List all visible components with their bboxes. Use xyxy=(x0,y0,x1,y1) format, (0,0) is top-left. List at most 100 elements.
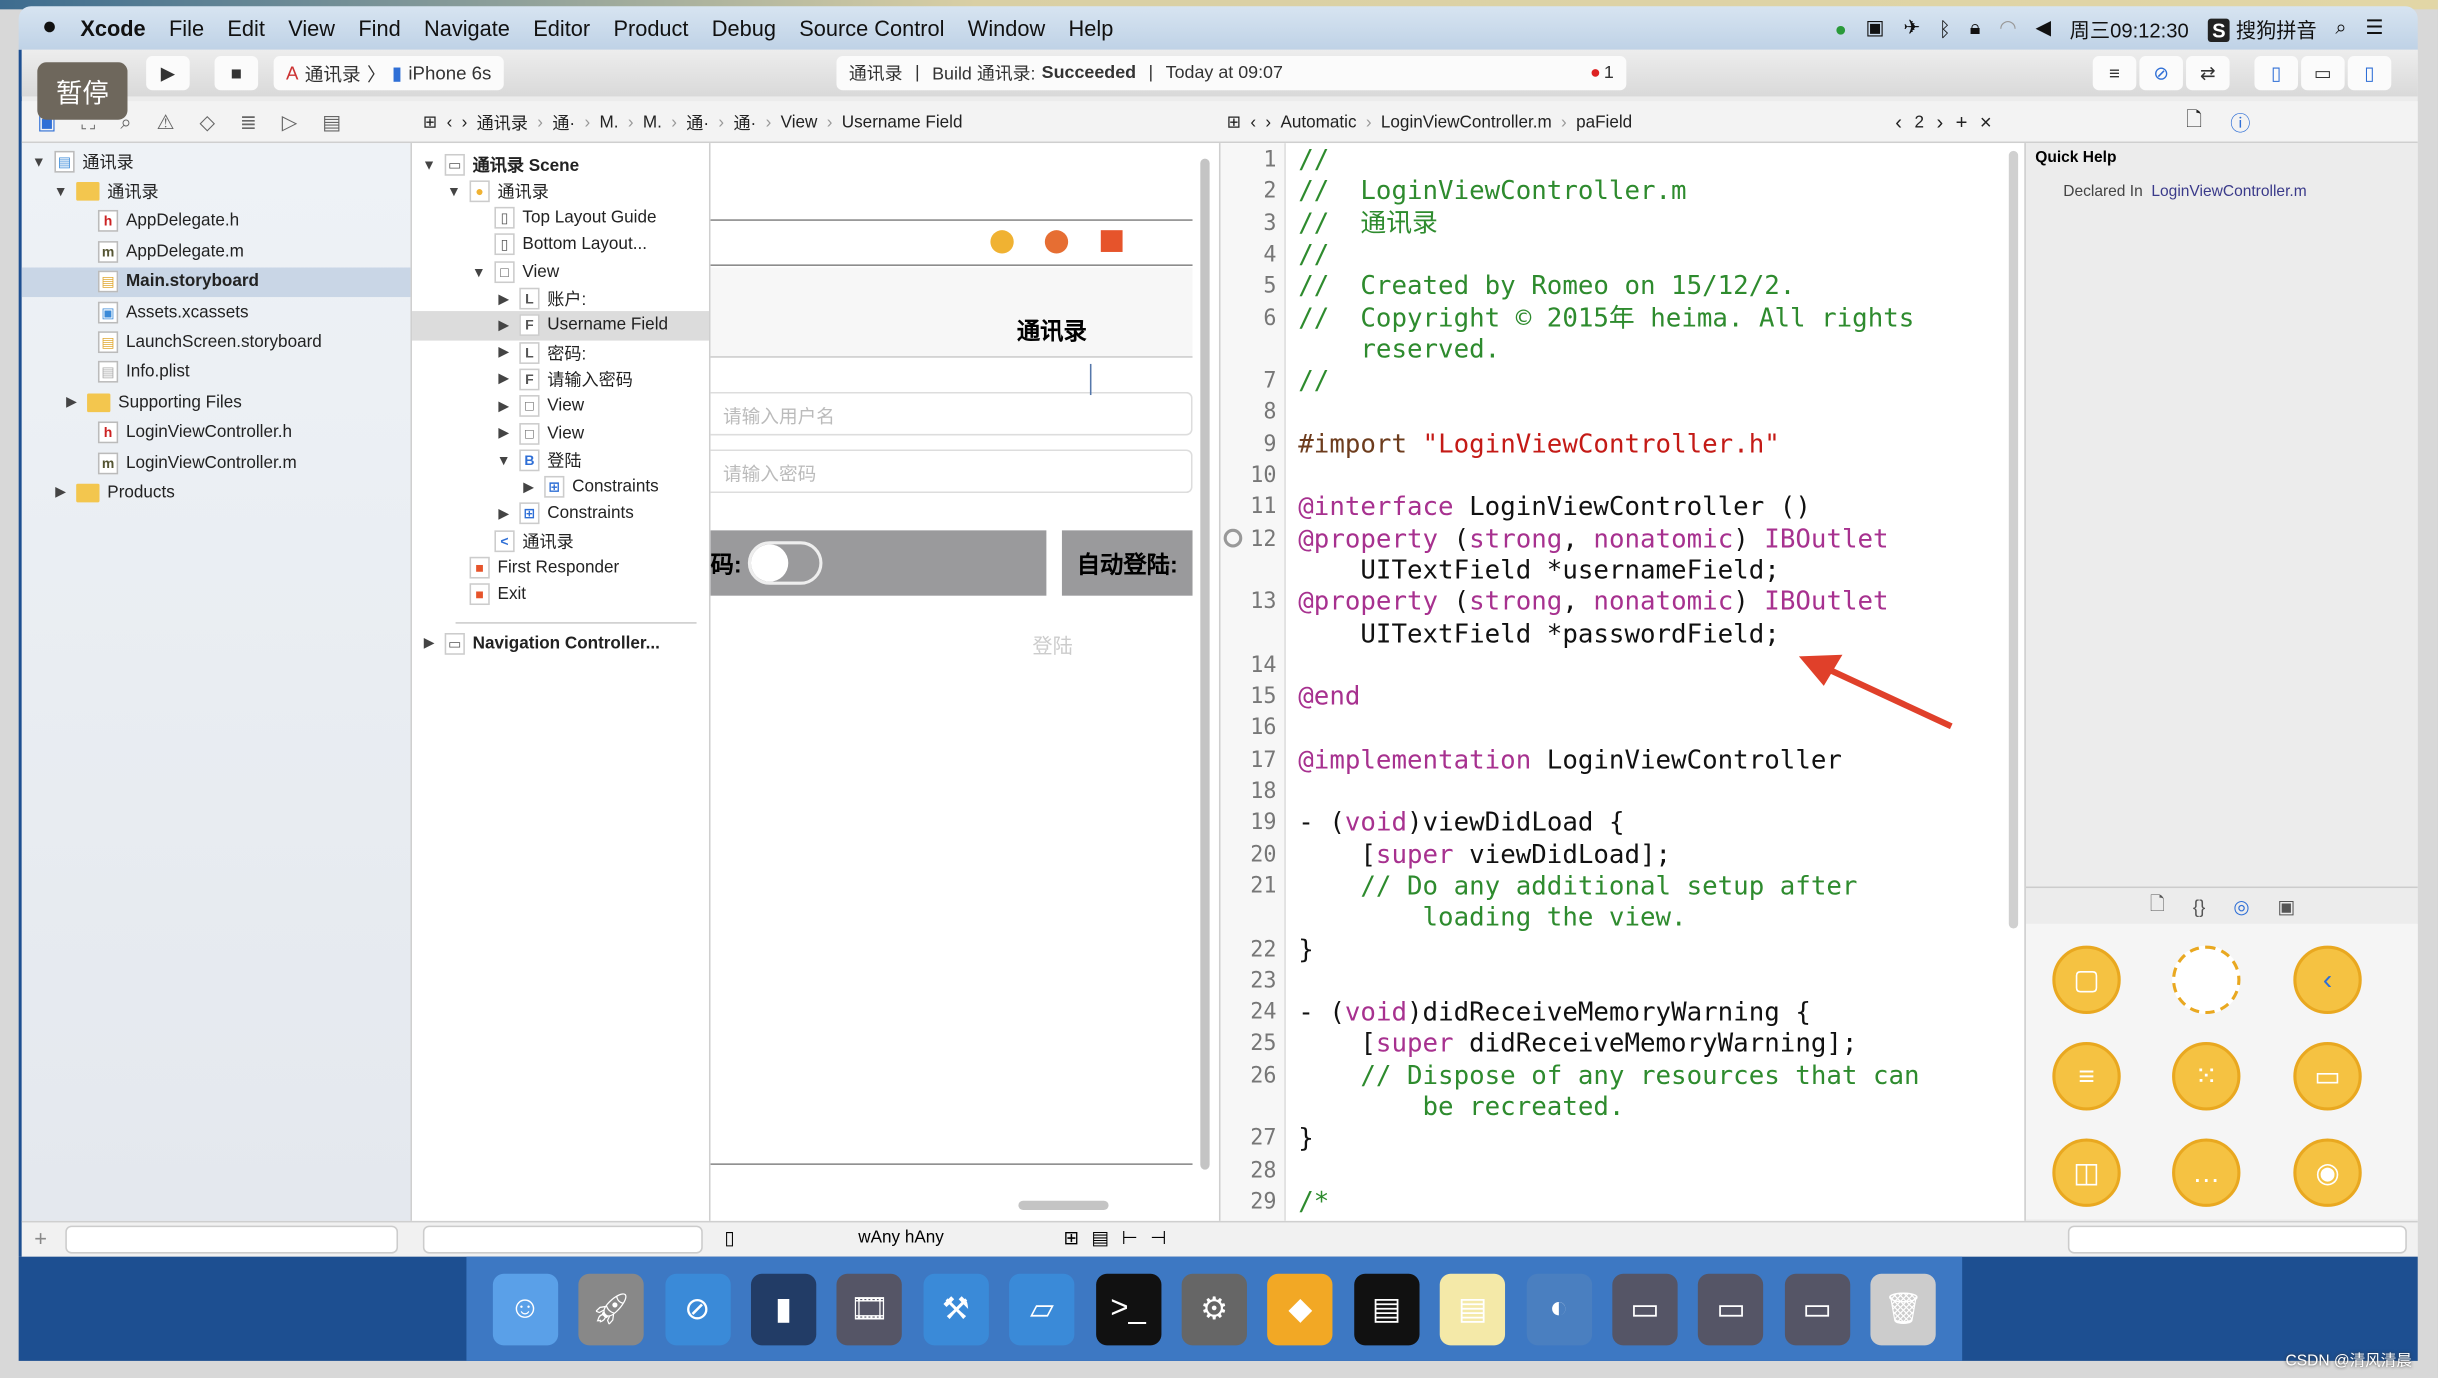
toggle-outline-icon[interactable]: ▯ xyxy=(725,1227,735,1249)
outline-item[interactable]: ▶ L 密码: xyxy=(412,338,709,368)
jump-bar-item[interactable]: 通· xyxy=(733,110,756,135)
code-line[interactable]: 1 // xyxy=(1221,145,2025,177)
outline-filter-field[interactable] xyxy=(422,1225,703,1254)
declared-in-link[interactable]: LoginViewController.m xyxy=(2151,184,2306,201)
back-button[interactable]: ‹ xyxy=(447,113,453,132)
related-items-icon[interactable]: ⊞ xyxy=(423,112,437,133)
related-items-icon[interactable]: ⊞ xyxy=(1227,112,1241,133)
table-view-controller-icon[interactable]: ≡ xyxy=(2052,1042,2121,1111)
view-controller-object-icon[interactable]: ▢ xyxy=(2052,945,2121,1015)
previous-assistant-button[interactable]: ‹ xyxy=(1895,110,1902,133)
system-preferences-icon[interactable]: ⚙ xyxy=(1181,1273,1247,1345)
console-icon[interactable]: ▤ xyxy=(1353,1273,1420,1345)
preview-icon[interactable]: ◐ xyxy=(1526,1273,1592,1345)
error-icon[interactable]: ● xyxy=(1590,64,1601,83)
code-snippet-library-icon[interactable]: {} xyxy=(2193,895,2205,917)
navigator-item[interactable]: ▣ Assets.xcassets xyxy=(22,297,411,327)
tab-bar-controller-icon[interactable]: ▭ xyxy=(2293,1042,2362,1111)
version-editor-button[interactable]: ⇄ xyxy=(2186,55,2230,91)
outline-item[interactable]: ▼ □ View xyxy=(412,257,709,287)
code-line[interactable]: 12 @property (strong, nonatomic) IBOutlet xyxy=(1221,524,2025,556)
split-view-controller-icon[interactable]: ◫ xyxy=(2052,1138,2121,1207)
menu-app[interactable]: Xcode xyxy=(80,16,145,41)
code-line[interactable]: 22} xyxy=(1221,934,2025,966)
bluetooth-icon[interactable]: ᛒ xyxy=(1939,16,1951,39)
code-line[interactable]: 27} xyxy=(1221,1123,2025,1155)
navigator-item[interactable]: ▼ 通讯录 xyxy=(22,176,411,206)
outline-item[interactable]: ▯ Top Layout Guide xyxy=(412,203,709,233)
back-button[interactable]: ‹ xyxy=(1250,113,1256,132)
navigation-controller-icon[interactable]: ‹ xyxy=(2293,945,2362,1015)
code-line[interactable]: 11 @interface LoginViewController () xyxy=(1221,492,2025,524)
size-class-control[interactable]: wAny hAny xyxy=(858,1229,944,1248)
disclosure-triangle-icon[interactable]: ▶ xyxy=(496,425,512,442)
volume-icon[interactable]: ◀ xyxy=(2035,16,2051,41)
file-inspector-icon[interactable]: 🗋︎ xyxy=(2186,105,2202,139)
outline-item[interactable]: ▼ ▭ 通讯录 Scene xyxy=(412,149,709,179)
disclosure-triangle-icon[interactable]: ▼ xyxy=(496,452,512,468)
trash-icon[interactable]: 🗑︎ xyxy=(1870,1273,1937,1345)
code-line[interactable]: 8 xyxy=(1221,397,2025,429)
code-line[interactable]: 24 - (void)didReceiveMemoryWarning { xyxy=(1221,997,2025,1029)
outline-item[interactable]: ▶ ⊞ Constraints xyxy=(412,499,709,529)
outline-item[interactable]: ▶ □ View xyxy=(412,418,709,448)
standard-editor-button[interactable]: ≡ xyxy=(2092,55,2137,91)
mouse-icon[interactable]: ▮ xyxy=(750,1273,817,1345)
glkit-view-controller-icon[interactable]: ◉ xyxy=(2293,1138,2362,1207)
terminal-icon[interactable]: >_ xyxy=(1095,1273,1161,1345)
navigator-item[interactable]: m AppDelegate.m xyxy=(22,237,411,267)
horizontal-scrollbar[interactable] xyxy=(1018,1200,1109,1211)
outline-item[interactable]: ▶ F 请输入密码 xyxy=(412,365,709,395)
remember-switch[interactable] xyxy=(747,541,823,585)
code-line[interactable]: 13 @property (strong, nonatomic) IBOutlet xyxy=(1221,587,2025,619)
code-line[interactable]: UITextField *passwordField; xyxy=(1221,618,2025,650)
disclosure-triangle-icon[interactable]: ▶ xyxy=(496,317,512,334)
navigator-item[interactable]: h AppDelegate.h xyxy=(22,207,411,237)
navigator-item[interactable]: m LoginViewController.m xyxy=(22,448,411,478)
media-library-icon[interactable]: ▣ xyxy=(2278,895,2296,917)
xcode-icon[interactable]: ⚒ xyxy=(923,1273,989,1345)
disclosure-triangle-icon[interactable]: ▶ xyxy=(64,394,80,411)
spotlight-icon[interactable]: ⌕ xyxy=(2335,16,2346,41)
code-line[interactable]: 18 xyxy=(1221,776,2025,808)
disclosure-triangle-icon[interactable]: ▼ xyxy=(53,183,69,199)
safari-icon[interactable]: ⊘ xyxy=(664,1273,731,1345)
library-filter-field[interactable] xyxy=(2067,1225,2407,1254)
outline-item[interactable]: ■ Exit xyxy=(412,580,709,610)
storyboard-reference-icon[interactable] xyxy=(2172,945,2241,1015)
clock[interactable]: 周三09:12:30 xyxy=(2070,13,2189,43)
autolayout-controls[interactable]: ⊞▤⊢⊣ xyxy=(1063,1227,1179,1249)
forward-button[interactable]: › xyxy=(462,113,468,132)
camera-icon[interactable]: ▣ xyxy=(1866,16,1885,41)
toggle-debug-area-button[interactable]: ▭ xyxy=(2301,55,2345,91)
outline-item[interactable]: ▶ □ View xyxy=(412,391,709,421)
jump-bar-item[interactable]: M. xyxy=(599,113,618,132)
code-line[interactable]: be recreated. xyxy=(1221,1092,2025,1124)
editor-scrollbar[interactable] xyxy=(2008,150,2019,929)
breakpoint-navigator-icon[interactable]: ▷ xyxy=(282,110,298,135)
code-line[interactable]: 5 // Created by Romeo on 15/12/2. xyxy=(1221,271,2025,303)
finder-icon[interactable]: ☺ xyxy=(492,1273,558,1345)
test-navigator-icon[interactable]: ◇ xyxy=(200,110,216,135)
jump-bar-item[interactable]: paField xyxy=(1576,113,1632,132)
menu-window[interactable]: Window xyxy=(968,16,1045,41)
code-line[interactable]: reserved. xyxy=(1221,334,2025,366)
menu-navigate[interactable]: Navigate xyxy=(424,16,510,41)
plane-icon[interactable]: ✈ xyxy=(1903,16,1920,41)
code-line[interactable]: 7 // xyxy=(1221,366,2025,398)
wifi-icon[interactable]: ◠ xyxy=(1999,16,2017,41)
page-view-controller-icon[interactable]: … xyxy=(2172,1138,2241,1207)
disclosure-triangle-icon[interactable]: ▶ xyxy=(421,635,437,652)
disclosure-triangle-icon[interactable]: ▶ xyxy=(496,371,512,388)
disclosure-triangle-icon[interactable]: ▼ xyxy=(446,183,462,199)
password-field[interactable]: 请输入密码 xyxy=(710,449,1193,494)
jump-bar-item[interactable]: LoginViewController.m xyxy=(1381,113,1552,132)
disclosure-triangle-icon[interactable]: ▶ xyxy=(53,484,69,501)
menu-help[interactable]: Help xyxy=(1069,16,1114,41)
close-assistant-button[interactable]: × xyxy=(1980,110,1992,133)
next-assistant-button[interactable]: › xyxy=(1936,110,1943,133)
code-line[interactable]: 2 // LoginViewController.m xyxy=(1221,176,2025,208)
code-line[interactable]: 23 xyxy=(1221,966,2025,998)
vertical-scrollbar[interactable] xyxy=(1200,158,1210,1170)
issue-navigator-icon[interactable]: ⚠ xyxy=(157,110,175,135)
